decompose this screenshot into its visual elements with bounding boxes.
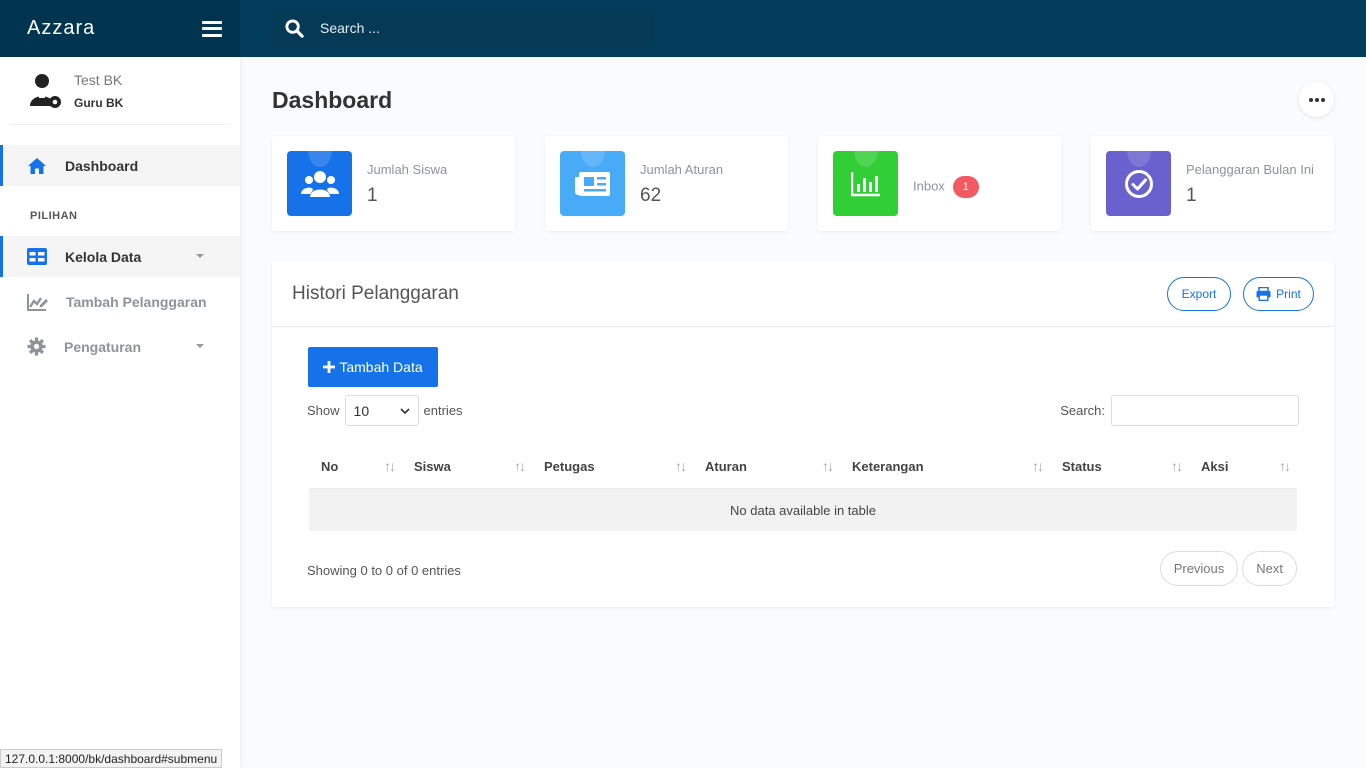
- stat-label: Jumlah Aturan: [640, 162, 724, 177]
- home-icon: [28, 157, 46, 174]
- stat-card-inbox[interactable]: Inbox 1: [818, 136, 1061, 231]
- column-label: Status: [1062, 459, 1102, 474]
- column-label: Siswa: [414, 459, 451, 474]
- table-search-input[interactable]: [1111, 395, 1299, 426]
- table-header: No ↑↓ Siswa ↑↓ Petugas ↑↓ Aturan ↑↓ Keterang…: [309, 445, 1297, 489]
- chart-edit-icon: [27, 293, 48, 311]
- print-label: Print: [1276, 287, 1301, 301]
- search-label: Search:: [1060, 403, 1105, 418]
- entries-label: entries: [423, 403, 463, 418]
- sort-icon: ↑↓: [384, 458, 396, 474]
- stat-value: 1: [367, 185, 378, 206]
- page-title: Dashboard: [272, 87, 393, 113]
- inbox-label: Inbox: [913, 178, 945, 194]
- sort-icon: ↑↓: [1171, 458, 1183, 474]
- sort-icon: ↑↓: [1279, 458, 1291, 474]
- print-button[interactable]: Print: [1243, 277, 1314, 311]
- stat-label: Pelanggaran Bulan Ini: [1186, 162, 1314, 177]
- sidebar: Test BK Guru BK Dashboard PILIHAN Kelola…: [0, 57, 240, 768]
- bar-chart-icon: [850, 171, 880, 196]
- panel-header: Histori Pelanggaran Export Print: [272, 261, 1334, 327]
- menu-toggle-icon[interactable]: [202, 20, 222, 37]
- sidebar-item-label: Pengaturan: [64, 338, 142, 355]
- column-header-siswa[interactable]: Siswa ↑↓: [402, 445, 532, 488]
- pagination: Previous Next: [1159, 551, 1297, 586]
- user-role: Guru BK: [74, 95, 124, 110]
- top-navbar: Azzara: [0, 0, 1366, 57]
- browser-status-url: 127.0.0.1:8000/bk/dashboard#submenu: [0, 749, 223, 768]
- table-icon: [27, 248, 47, 265]
- printer-icon: [1256, 287, 1271, 301]
- user-name: Test BK: [74, 71, 123, 88]
- stat-label: Jumlah Siswa: [367, 162, 448, 177]
- sidebar-item-tambah-pelanggaran[interactable]: Tambah Pelanggaran: [0, 281, 240, 322]
- sidebar-section-title: PILIHAN: [30, 210, 78, 222]
- sort-icon: ↑↓: [822, 458, 834, 474]
- panel-title: Histori Pelanggaran: [292, 283, 459, 304]
- column-label: No: [321, 459, 339, 474]
- export-button[interactable]: Export: [1167, 277, 1231, 311]
- column-label: Aturan: [705, 459, 747, 474]
- sort-icon: ↑↓: [675, 458, 687, 474]
- stat-icon-box: [833, 151, 898, 216]
- sidebar-item-pengaturan[interactable]: Pengaturan: [0, 326, 240, 367]
- column-header-keterangan[interactable]: Keterangan ↑↓: [840, 445, 1050, 488]
- sidebar-item-label: Kelola Data: [65, 248, 142, 265]
- column-header-no[interactable]: No ↑↓: [309, 445, 402, 488]
- stat-icon-box: [287, 151, 352, 216]
- page-length-control: Show 10 entries: [307, 395, 463, 426]
- stat-value: 62: [640, 185, 662, 206]
- chevron-down-icon: [196, 254, 204, 258]
- user-profile[interactable]: Test BK Guru BK: [10, 57, 230, 125]
- users-icon: [300, 170, 339, 197]
- user-avatar-icon: [30, 73, 61, 108]
- show-label: Show: [307, 403, 340, 418]
- previous-page-button[interactable]: Previous: [1159, 551, 1239, 586]
- stat-card-jumlah-siswa: Jumlah Siswa 1: [272, 136, 515, 231]
- search-input[interactable]: [320, 20, 620, 36]
- sidebar-item-label: Tambah Pelanggaran: [66, 293, 207, 310]
- brand-logo[interactable]: Azzara: [27, 17, 95, 40]
- sort-icon: ↑↓: [1032, 458, 1044, 474]
- histori-pelanggaran-panel: Histori Pelanggaran Export Print Tambah …: [272, 261, 1334, 607]
- column-header-aturan[interactable]: Aturan ↑↓: [693, 445, 840, 488]
- sidebar-item-label: Dashboard: [65, 157, 139, 174]
- stat-label: Inbox 1: [913, 176, 979, 198]
- newspaper-icon: [574, 171, 610, 196]
- tambah-data-button[interactable]: Tambah Data: [308, 347, 438, 387]
- sidebar-item-dashboard[interactable]: Dashboard: [0, 145, 240, 186]
- brand-header: Azzara: [0, 0, 240, 57]
- search-icon[interactable]: [285, 18, 304, 38]
- sidebar-item-kelola-data[interactable]: Kelola Data: [0, 236, 240, 277]
- stat-icon-box: [1106, 151, 1171, 216]
- chevron-down-icon: [399, 407, 410, 414]
- chevron-down-icon: [196, 344, 204, 348]
- search-bar: [270, 9, 653, 47]
- column-label: Keterangan: [852, 459, 924, 474]
- page-length-select[interactable]: 10: [344, 395, 419, 426]
- plus-icon: [323, 361, 336, 373]
- table-empty-row: No data available in table: [309, 489, 1297, 531]
- next-page-button[interactable]: Next: [1242, 551, 1297, 586]
- sort-icon: ↑↓: [514, 458, 526, 474]
- stat-card-jumlah-aturan: Jumlah Aturan 62: [545, 136, 788, 231]
- check-circle-icon: [1124, 169, 1153, 198]
- gear-icon: [27, 337, 46, 356]
- page-length-value: 10: [353, 402, 370, 419]
- stat-icon-box: [560, 151, 625, 216]
- avatar: [28, 73, 62, 109]
- column-header-status[interactable]: Status ↑↓: [1050, 445, 1189, 488]
- column-label: Petugas: [544, 459, 595, 474]
- table-info: Showing 0 to 0 of 0 entries: [307, 563, 461, 578]
- inbox-count-badge: 1: [952, 176, 979, 198]
- more-options-button[interactable]: [1299, 82, 1334, 117]
- column-label: Aksi: [1201, 459, 1229, 474]
- table-search: Search:: [1060, 395, 1299, 426]
- column-header-petugas[interactable]: Petugas ↑↓: [532, 445, 693, 488]
- histori-table: No ↑↓ Siswa ↑↓ Petugas ↑↓ Aturan ↑↓ Keterang…: [309, 445, 1297, 531]
- stat-card-pelanggaran-bulan-ini: Pelanggaran Bulan Ini 1: [1091, 136, 1334, 231]
- tambah-data-label: Tambah Data: [339, 359, 423, 375]
- column-header-aksi[interactable]: Aksi ↑↓: [1189, 445, 1297, 488]
- stat-value: 1: [1186, 185, 1197, 206]
